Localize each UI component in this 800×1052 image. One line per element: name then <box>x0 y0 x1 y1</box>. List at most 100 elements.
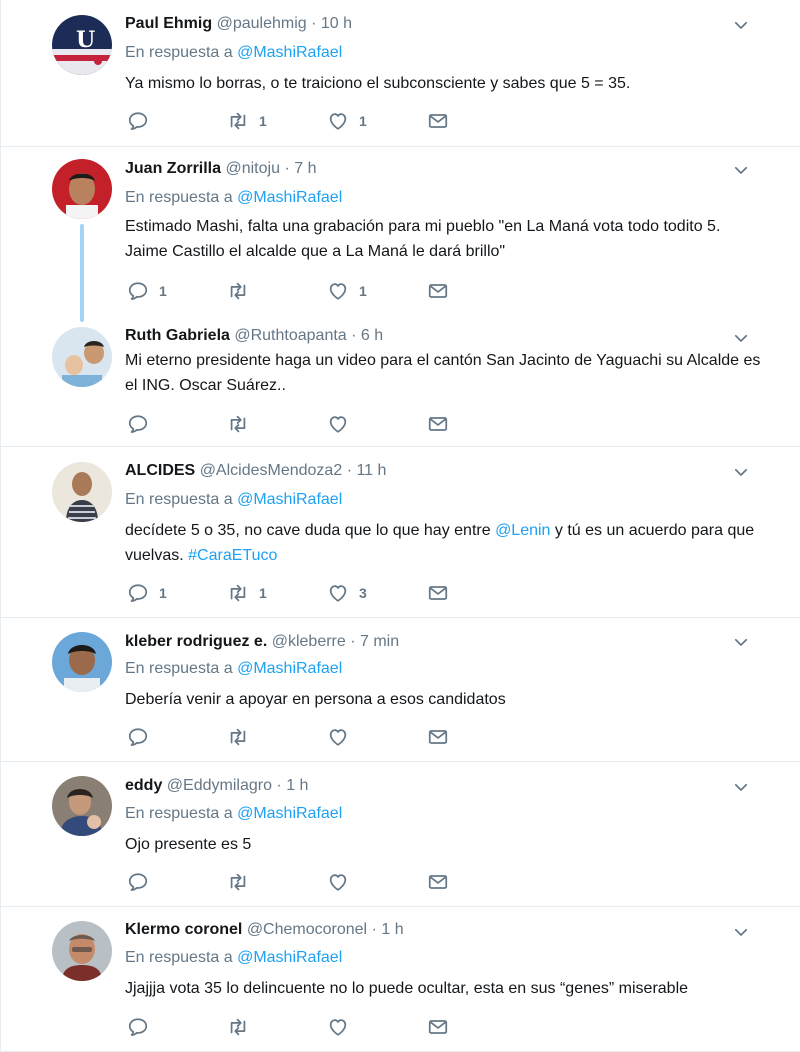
author-handle[interactable]: @paulehmig <box>217 15 307 32</box>
tweet[interactable]: Ruth Gabriela @Ruthtoapanta · 6 h Mi ete… <box>1 312 800 446</box>
tweet[interactable]: Klermo coronel @Chemocoronel · 1 h En re… <box>1 907 800 1052</box>
mail-icon <box>427 413 449 435</box>
reply-button[interactable]: 1 <box>127 581 167 605</box>
chevron-down-icon[interactable] <box>732 923 750 941</box>
timestamp[interactable]: 1 h <box>381 921 403 938</box>
avatar[interactable] <box>52 921 112 981</box>
like-count: 3 <box>359 585 367 601</box>
author-handle[interactable]: @Chemocoronel <box>247 921 367 938</box>
tweet[interactable]: eddy @Eddymilagro · 1 h En respuesta a @… <box>1 762 800 906</box>
direct-message-button[interactable] <box>427 1015 449 1039</box>
direct-message-button[interactable] <box>427 412 449 436</box>
text-segment: decídete 5 o 35, no cave duda que lo que… <box>125 522 496 539</box>
retweet-icon <box>227 1016 249 1038</box>
reply-icon <box>127 582 149 604</box>
mail-icon <box>427 726 449 748</box>
like-button[interactable] <box>327 412 359 436</box>
like-button[interactable] <box>327 1015 359 1039</box>
author-handle[interactable]: @nitoju <box>225 160 280 177</box>
tweet[interactable]: kleber rodriguez e. @kleberre · 7 min En… <box>1 618 800 761</box>
chevron-down-icon[interactable] <box>732 633 750 651</box>
author-handle[interactable]: @Eddymilagro <box>167 777 272 794</box>
chevron-down-icon[interactable] <box>732 778 750 796</box>
avatar[interactable] <box>52 462 112 522</box>
retweet-button[interactable] <box>227 279 259 303</box>
heart-icon <box>327 413 349 435</box>
retweet-button[interactable]: 1 <box>227 109 267 133</box>
replying-mention[interactable]: @MashiRafael <box>237 805 342 822</box>
author-name[interactable]: eddy <box>125 777 162 794</box>
author-name[interactable]: Paul Ehmig <box>125 15 212 32</box>
like-button[interactable] <box>327 725 359 749</box>
direct-message-button[interactable] <box>427 725 449 749</box>
tweet-actions <box>127 412 467 436</box>
author-name[interactable]: Ruth Gabriela <box>125 327 230 344</box>
author-handle[interactable]: @AlcidesMendoza2 <box>200 462 343 479</box>
timestamp[interactable]: 11 h <box>356 462 386 479</box>
timestamp[interactable]: 7 h <box>294 160 316 177</box>
avatar[interactable] <box>52 159 112 219</box>
author-handle[interactable]: @kleberre <box>272 633 346 650</box>
replying-mention[interactable]: @MashiRafael <box>237 949 342 966</box>
reply-button[interactable] <box>127 870 159 894</box>
direct-message-button[interactable] <box>427 279 449 303</box>
author-name[interactable]: Klermo coronel <box>125 921 242 938</box>
like-button[interactable]: 1 <box>327 109 367 133</box>
avatar[interactable] <box>52 776 112 836</box>
chevron-down-icon[interactable] <box>732 161 750 179</box>
hashtag-link[interactable]: #CaraETuco <box>188 547 277 564</box>
timestamp[interactable]: 10 h <box>321 15 352 32</box>
like-button[interactable]: 1 <box>327 279 367 303</box>
tweet-text: Ya mismo lo borras, o te traiciono el su… <box>125 75 631 92</box>
replying-prefix: En respuesta a <box>125 189 233 206</box>
reply-icon <box>127 280 149 302</box>
tweet[interactable]: U Paul Ehmig @paulehmig · 10 h En respue… <box>1 0 800 146</box>
avatar[interactable]: U <box>52 15 112 75</box>
tweet-header: Ruth Gabriela @Ruthtoapanta · 6 h <box>125 326 383 346</box>
mail-icon <box>427 110 449 132</box>
timestamp[interactable]: 6 h <box>361 327 383 344</box>
direct-message-button[interactable] <box>427 870 449 894</box>
retweet-button[interactable] <box>227 412 259 436</box>
replying-mention[interactable]: @MashiRafael <box>237 44 342 61</box>
tweet[interactable]: Juan Zorrilla @nitoju · 7 h En respuesta… <box>1 147 800 312</box>
author-handle[interactable]: @Ruthtoapanta <box>234 327 346 344</box>
like-button[interactable] <box>327 870 359 894</box>
avatar[interactable] <box>52 327 112 387</box>
retweet-button[interactable] <box>227 870 259 894</box>
reply-button[interactable] <box>127 109 159 133</box>
separator-dot: · <box>311 15 317 32</box>
tweet[interactable]: ALCIDES @AlcidesMendoza2 · 11 h En respu… <box>1 447 800 617</box>
chevron-down-icon[interactable] <box>732 329 750 347</box>
retweet-button[interactable]: 1 <box>227 581 267 605</box>
reply-icon <box>127 110 149 132</box>
replying-mention[interactable]: @MashiRafael <box>237 491 342 508</box>
chevron-down-icon[interactable] <box>732 16 750 34</box>
replying-mention[interactable]: @MashiRafael <box>237 660 342 677</box>
tweet-actions <box>127 870 467 894</box>
tweet-text: Debería venir a apoyar en persona a esos… <box>125 691 506 708</box>
reply-button[interactable]: 1 <box>127 279 167 303</box>
reply-button[interactable] <box>127 1015 159 1039</box>
heart-icon <box>327 582 349 604</box>
mention-link[interactable]: @Lenin <box>495 522 550 539</box>
like-button[interactable]: 3 <box>327 581 367 605</box>
replying-mention[interactable]: @MashiRafael <box>237 189 342 206</box>
mail-icon <box>427 280 449 302</box>
chevron-down-icon[interactable] <box>732 463 750 481</box>
direct-message-button[interactable] <box>427 109 449 133</box>
reply-button[interactable] <box>127 725 159 749</box>
author-name[interactable]: kleber rodriguez e. <box>125 633 267 650</box>
timestamp[interactable]: 1 h <box>286 777 308 794</box>
author-name[interactable]: Juan Zorrilla <box>125 160 221 177</box>
retweet-button[interactable] <box>227 1015 259 1039</box>
author-name[interactable]: ALCIDES <box>125 462 195 479</box>
reply-icon <box>127 1016 149 1038</box>
retweet-button[interactable] <box>227 725 259 749</box>
tweet-actions <box>127 725 467 749</box>
timestamp[interactable]: 7 min <box>360 633 399 650</box>
avatar[interactable] <box>52 632 112 692</box>
direct-message-button[interactable] <box>427 581 449 605</box>
reply-button[interactable] <box>127 412 159 436</box>
mail-icon <box>427 582 449 604</box>
